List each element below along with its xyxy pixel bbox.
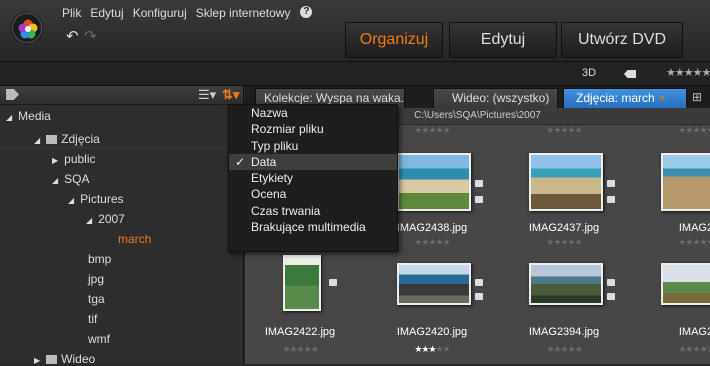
collapse-arrow-icon[interactable]: ◢ xyxy=(86,216,92,225)
photo-thumbnail[interactable] xyxy=(529,153,603,211)
tree-item-sqa[interactable]: ◢ SQA xyxy=(52,172,90,186)
menu-configure[interactable]: Konfiguruj xyxy=(133,6,187,20)
tab-photos-march[interactable]: Zdjęcia: march × xyxy=(563,88,687,108)
photo-type-icon xyxy=(607,180,615,187)
rating-stars[interactable]: ★★★★★ xyxy=(501,344,627,355)
photo-type-icon xyxy=(607,293,615,300)
thumbnail-item[interactable]: IMAG2 ★★★★★ xyxy=(633,255,710,365)
sort-option-date[interactable]: ✓ Data xyxy=(229,153,397,171)
close-tab-icon[interactable]: × xyxy=(659,91,666,105)
sort-icon[interactable]: ⇅▾ xyxy=(222,87,239,103)
thumbnail-filename: IMAG2420.jpg xyxy=(396,326,468,338)
photo-type-icon xyxy=(475,293,483,300)
rating-stars[interactable]: ★★★★★ xyxy=(633,125,710,136)
thumbnail-filename: IMAG2 xyxy=(678,222,710,234)
rating-stars[interactable]: ★★★★★ xyxy=(501,125,627,136)
tree-item-media[interactable]: ◢ Media xyxy=(6,109,51,123)
sort-option-file-type[interactable]: Typ pliku xyxy=(229,138,397,154)
tree-item-pictures[interactable]: ◢ Pictures xyxy=(68,192,124,206)
photo-thumbnail[interactable] xyxy=(397,153,471,211)
collapse-arrow-icon[interactable]: ◢ xyxy=(52,176,58,185)
thumbnail-item[interactable]: IMAG2420.jpg ★★★★★ xyxy=(369,255,495,365)
divider xyxy=(0,147,243,148)
menu-file[interactable]: Plik xyxy=(62,6,81,20)
rating-stars[interactable]: ★★★★★ xyxy=(633,237,710,248)
sort-option-file-size[interactable]: Rozmiar pliku xyxy=(229,121,397,137)
photo-type-icon xyxy=(329,279,337,286)
thumbnail-filename: IMAG2 xyxy=(678,326,710,338)
sidebar-header: ☰▾ ⇅▾ xyxy=(0,86,243,105)
expand-arrow-icon[interactable]: ▶ xyxy=(52,156,58,165)
redo-icon[interactable]: ↷ xyxy=(84,27,97,45)
undo-icon[interactable]: ↶ xyxy=(66,27,79,45)
sort-option-tags[interactable]: Etykiety xyxy=(229,170,397,186)
photo-thumbnail[interactable] xyxy=(283,255,321,311)
filter-strip: 3D ★★★★★ xyxy=(0,62,710,86)
sort-option-duration[interactable]: Czas trwania xyxy=(229,203,397,219)
sort-option-rating[interactable]: Ocena xyxy=(229,186,397,202)
sort-option-name[interactable]: Nazwa xyxy=(229,105,397,121)
rating-filter[interactable]: ★★★★★ xyxy=(666,66,710,79)
tab-organize[interactable]: Organizuj xyxy=(345,22,443,58)
photo-thumbnail[interactable] xyxy=(661,153,710,211)
menu-store[interactable]: Sklep internetowy xyxy=(196,6,291,20)
tree-item-wmf[interactable]: wmf xyxy=(88,332,110,346)
thumbnail-item[interactable]: IMAG2422.jpg ★★★★★ xyxy=(237,255,363,365)
collapse-arrow-icon[interactable]: ◢ xyxy=(34,136,40,145)
rating-stars[interactable]: ★★★★★ xyxy=(633,344,710,355)
thumbnail-item[interactable]: ★★★★★ IMAG2437.jpg ★★★★★ xyxy=(501,125,627,247)
tree-item-photos[interactable]: ◢ Zdjęcia xyxy=(34,132,100,146)
rating-stars[interactable]: ★★★★★ xyxy=(369,344,495,355)
app-logo-icon[interactable] xyxy=(12,13,42,43)
thumbnail-filename: IMAG2394.jpg xyxy=(528,326,600,338)
thumbnail-item[interactable]: ★★★★★ IMAG2 ★★★★★ xyxy=(633,125,710,247)
photo-thumbnail[interactable] xyxy=(529,263,603,305)
help-icon[interactable]: ? xyxy=(300,6,313,18)
sort-option-missing-media[interactable]: Brakujące multimedia xyxy=(229,219,397,235)
rating-stars[interactable]: ★★★★★ xyxy=(501,237,627,248)
photo-type-icon xyxy=(475,279,483,286)
3d-filter-button[interactable]: 3D xyxy=(582,67,596,79)
tree-item-march[interactable]: march xyxy=(118,232,151,246)
tree-item-public[interactable]: ▶ public xyxy=(52,152,96,166)
photo-type-icon xyxy=(607,279,615,286)
photo-type-icon xyxy=(475,180,483,187)
photo-thumbnail[interactable] xyxy=(661,263,710,305)
thumbnail-filename: IMAG2437.jpg xyxy=(528,222,600,234)
video-icon xyxy=(46,355,58,364)
tag-filter-icon[interactable] xyxy=(624,70,636,78)
rating-stars[interactable]: ★★★★★ xyxy=(237,344,363,355)
camera-icon xyxy=(46,135,58,144)
tab-create-dvd[interactable]: Utwórz DVD xyxy=(561,22,683,58)
tree-item-tif[interactable]: tif xyxy=(88,312,97,326)
photo-type-icon xyxy=(475,196,483,203)
menu-edit[interactable]: Edytuj xyxy=(90,6,123,20)
new-tab-icon[interactable]: ⊞ xyxy=(692,90,708,104)
photo-thumbnail[interactable] xyxy=(397,263,471,305)
menu-bar: Plik Edytuj Konfiguruj Sklep internetowy… xyxy=(62,6,313,20)
navigator-icon[interactable] xyxy=(6,89,19,100)
thumbnail-item[interactable]: IMAG2394.jpg ★★★★★ xyxy=(501,255,627,365)
list-view-icon[interactable]: ☰▾ xyxy=(198,87,216,103)
tree-item-bmp[interactable]: bmp xyxy=(88,252,111,266)
collapse-arrow-icon[interactable]: ◢ xyxy=(68,196,74,205)
top-bar: Plik Edytuj Konfiguruj Sklep internetowy… xyxy=(0,0,710,62)
sort-menu: Nazwa Rozmiar pliku Typ pliku ✓ Data Etyk… xyxy=(228,104,398,252)
collapse-arrow-icon[interactable]: ◢ xyxy=(6,113,12,122)
photo-type-icon xyxy=(607,196,615,203)
thumbnail-filename: IMAG2422.jpg xyxy=(264,326,336,338)
tab-edit[interactable]: Edytuj xyxy=(449,22,557,58)
check-icon: ✓ xyxy=(235,154,246,169)
tree-item-tga[interactable]: tga xyxy=(88,292,105,306)
tree-item-2007[interactable]: ◢ 2007 xyxy=(86,212,125,226)
tab-video[interactable]: Wideo: (wszystko) xyxy=(433,88,558,108)
tree-item-jpg[interactable]: jpg xyxy=(88,272,104,286)
library-sidebar: ☰▾ ⇅▾ ◢ Media ◢ Zdjęcia ▶ public ◢ SQA ◢ Pict… xyxy=(0,86,244,366)
